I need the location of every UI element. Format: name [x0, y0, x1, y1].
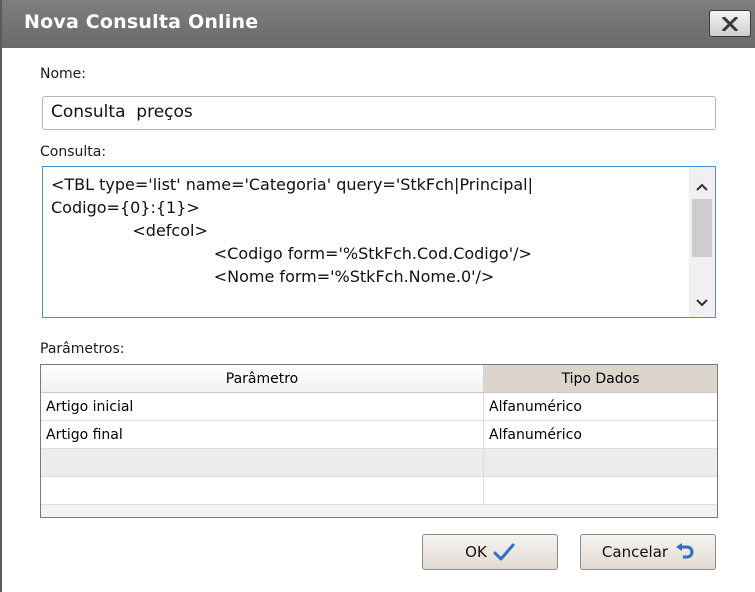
parameters-grid: Parâmetro Tipo Dados Artigo inicial Alfa… [40, 364, 718, 518]
cell-parameter[interactable]: Artigo inicial [41, 393, 484, 421]
cancel-button-label: Cancelar [601, 543, 669, 561]
query-textarea[interactable]: <TBL type='list' name='Categoria' query=… [42, 166, 716, 318]
ok-button[interactable]: OK [422, 534, 558, 570]
column-header-data-type[interactable]: Tipo Dados [484, 365, 717, 393]
scroll-down-button[interactable] [689, 293, 715, 313]
chevron-up-icon [696, 183, 708, 191]
cell-data-type[interactable]: Alfanumérico [484, 421, 717, 449]
undo-arrow-icon [676, 543, 694, 559]
query-line: <TBL type='list' name='Categoria' query=… [51, 175, 534, 194]
cell-parameter[interactable] [41, 449, 484, 477]
table-row[interactable]: Artigo inicial Alfanumérico [41, 393, 717, 421]
query-line: <Codigo form='%StkFch.Cod.Codigo'/> [51, 244, 532, 263]
table-row[interactable] [41, 449, 717, 477]
table-row[interactable]: Artigo final Alfanumérico [41, 421, 717, 449]
cell-data-type[interactable] [484, 477, 717, 505]
cell-parameter[interactable] [41, 477, 484, 505]
query-text: <TBL type='list' name='Categoria' query=… [51, 173, 533, 288]
query-line: <Nome form='%StkFch.Nome.0'/> [51, 267, 495, 286]
chevron-down-icon [696, 299, 708, 307]
name-label: Nome: [40, 66, 87, 82]
query-label: Consulta: [40, 144, 107, 160]
column-header-parameter[interactable]: Parâmetro [41, 365, 484, 393]
ok-button-label: OK [465, 543, 487, 561]
dialog-window: Nova Consulta Online Nome: Consulta preç… [0, 0, 755, 592]
checkmark-icon [493, 543, 515, 561]
name-input[interactable]: Consulta preços [42, 96, 716, 130]
cell-data-type[interactable]: Alfanumérico [484, 393, 717, 421]
close-button[interactable] [709, 10, 751, 37]
window-title: Nova Consulta Online [24, 11, 259, 33]
close-icon [722, 16, 738, 31]
query-line: Codigo={0}:{1}> [51, 198, 200, 217]
table-row[interactable] [41, 477, 717, 505]
cell-parameter[interactable]: Artigo final [41, 421, 484, 449]
query-scrollbar[interactable] [689, 167, 715, 317]
grid-header: Parâmetro Tipo Dados [41, 365, 717, 393]
scroll-up-button[interactable] [689, 177, 715, 197]
scroll-thumb[interactable] [692, 199, 712, 257]
params-label: Parâmetros: [40, 341, 125, 357]
title-bar[interactable]: Nova Consulta Online [2, 0, 755, 48]
cell-data-type[interactable] [484, 449, 717, 477]
query-line: <defcol> [51, 221, 208, 240]
cancel-button[interactable]: Cancelar [580, 534, 716, 570]
